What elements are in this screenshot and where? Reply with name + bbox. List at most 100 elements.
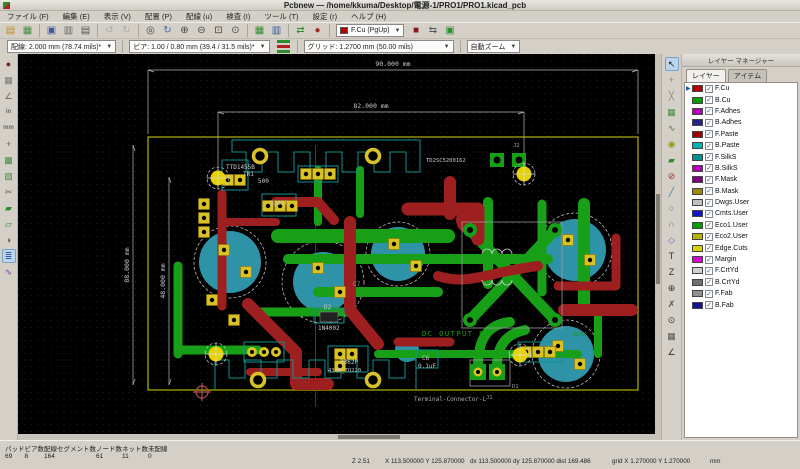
ratsnest-icon[interactable]: ▩: [2, 153, 16, 167]
add-text-icon[interactable]: T: [665, 249, 679, 263]
B.Fab[interactable]: ▶ ✓ B.Fab: [685, 299, 797, 310]
layer-color-swatch[interactable]: [692, 245, 703, 252]
layer-visibility-checkbox[interactable]: ✓: [705, 301, 713, 309]
F.Mask[interactable]: ▶ ✓ F.Mask: [685, 174, 797, 185]
layer-color-swatch[interactable]: [692, 131, 703, 138]
Edge.Cuts[interactable]: ▶ ✓ Edge.Cuts: [685, 242, 797, 253]
layer-visibility-checkbox[interactable]: ✓: [705, 221, 713, 229]
drc-toggle-icon[interactable]: ●: [2, 57, 16, 71]
layer-color-swatch[interactable]: [692, 165, 703, 172]
B.Paste[interactable]: ▶ ✓ B.Paste: [685, 140, 797, 151]
tab-layers[interactable]: レイヤー: [686, 69, 726, 82]
menu-item[interactable]: 表示 (V): [97, 11, 138, 22]
footprint-browser-icon[interactable]: ▥: [269, 23, 284, 38]
microwave-tools-icon[interactable]: ∿: [2, 265, 16, 279]
add-arc-icon[interactable]: ∩: [665, 217, 679, 231]
open-board-icon[interactable]: ▦: [20, 23, 35, 38]
print-icon[interactable]: ▤: [78, 23, 93, 38]
Dwgs.User[interactable]: ▶ ✓ Dwgs.User: [685, 197, 797, 208]
track-width-dropdown[interactable]: 配線: 2.000 mm (78.74 mils)* ▼: [7, 40, 116, 53]
F.Cu[interactable]: ▶ ✓ F.Cu: [685, 83, 797, 94]
layer-color-swatch[interactable]: [692, 256, 703, 263]
units-inch-icon[interactable]: in: [2, 105, 16, 119]
grid-origin-icon[interactable]: ▦: [665, 329, 679, 343]
add-footprint-icon[interactable]: ▦: [665, 105, 679, 119]
polar-coords-icon[interactable]: ∠: [2, 89, 16, 103]
high-contrast-display-icon[interactable]: ■: [408, 23, 423, 38]
layer-visibility-checkbox[interactable]: ✓: [705, 153, 713, 161]
layer-visibility-checkbox[interactable]: ✓: [705, 290, 713, 298]
zoom-select-dropdown[interactable]: 自動ズーム ▼: [467, 40, 521, 53]
layer-color-swatch[interactable]: [692, 267, 703, 274]
grid-toggle-icon[interactable]: ▦: [2, 73, 16, 87]
track-via-properties-icon[interactable]: [277, 40, 290, 53]
B.Adhes[interactable]: ▶ ✓ B.Adhes: [685, 117, 797, 128]
measure-tool-icon[interactable]: ∠: [665, 345, 679, 359]
F.Fab[interactable]: ▶ ✓ F.Fab: [685, 288, 797, 299]
layer-color-swatch[interactable]: [692, 142, 703, 149]
layer-visibility-checkbox[interactable]: ✓: [705, 130, 713, 138]
Cmts.User[interactable]: ▶ ✓ Cmts.User: [685, 208, 797, 219]
board-setup-icon[interactable]: ▥: [61, 23, 76, 38]
footprint-editor-icon[interactable]: ▦: [252, 23, 267, 38]
zoom-selection-icon[interactable]: ⊙: [228, 23, 243, 38]
layer-visibility-checkbox[interactable]: ✓: [705, 119, 713, 127]
high-contrast-icon[interactable]: ◑: [2, 233, 16, 247]
layer-visibility-checkbox[interactable]: ✓: [705, 176, 713, 184]
tab-items[interactable]: アイテム: [728, 69, 767, 82]
scrollbar-thumb[interactable]: [338, 435, 400, 439]
new-board-icon[interactable]: ▤: [3, 23, 18, 38]
layer-visibility-checkbox[interactable]: ✓: [705, 267, 713, 275]
auto-delete-track-icon[interactable]: ✂: [2, 185, 16, 199]
B.Mask[interactable]: ▶ ✓ B.Mask: [685, 186, 797, 197]
zoom-in-icon[interactable]: ⊕: [177, 23, 192, 38]
Margin[interactable]: ▶ ✓ Margin: [685, 254, 797, 265]
route-track-icon[interactable]: ∿: [665, 121, 679, 135]
show-ratsnest-icon[interactable]: ╳: [665, 89, 679, 103]
layer-color-swatch[interactable]: [692, 222, 703, 229]
drc-icon[interactable]: ●: [310, 23, 325, 38]
layer-visibility-checkbox[interactable]: ✓: [705, 199, 713, 207]
menu-item[interactable]: ツール (T): [257, 11, 305, 22]
add-line-icon[interactable]: ╱: [665, 185, 679, 199]
add-polygon-icon[interactable]: ◇: [665, 233, 679, 247]
layer-visibility-checkbox[interactable]: ✓: [705, 107, 713, 115]
add-dimension-icon[interactable]: Z: [665, 265, 679, 279]
layer-color-swatch[interactable]: [692, 176, 703, 183]
B.CrtYd[interactable]: ▶ ✓ B.CrtYd: [685, 277, 797, 288]
layer-color-swatch[interactable]: [692, 233, 703, 240]
menu-item[interactable]: ヘルプ (H): [344, 11, 393, 22]
layer-color-swatch[interactable]: [692, 119, 703, 126]
3d-viewer-icon[interactable]: ▣: [442, 23, 457, 38]
B.Cu[interactable]: ▶ ✓ B.Cu: [685, 94, 797, 105]
F.SilkS[interactable]: ▶ ✓ F.SilkS: [685, 151, 797, 162]
zone-outline-icon[interactable]: ▱: [2, 217, 16, 231]
find-icon[interactable]: ◎: [143, 23, 158, 38]
menu-item[interactable]: ファイル (F): [0, 11, 56, 22]
menu-item[interactable]: 配置 (P): [138, 11, 179, 22]
local-ratsnest-icon[interactable]: ▨: [2, 169, 16, 183]
select-tool-icon[interactable]: ↖: [665, 57, 679, 71]
layer-color-swatch[interactable]: [692, 210, 703, 217]
units-mm-icon[interactable]: mm: [2, 121, 16, 135]
layer-color-swatch[interactable]: [692, 290, 703, 297]
layer-visibility-checkbox[interactable]: ✓: [705, 164, 713, 172]
grid-size-dropdown[interactable]: グリッド: 1.2700 mm (50.00 mils) ▼: [304, 40, 454, 53]
scrollbar-thumb[interactable]: [656, 194, 660, 284]
layer-color-swatch[interactable]: [692, 199, 703, 206]
layer-color-swatch[interactable]: [692, 302, 703, 309]
menu-item[interactable]: 検査 (I): [219, 11, 257, 22]
layer-visibility-checkbox[interactable]: ✓: [705, 96, 713, 104]
menu-item[interactable]: 編集 (E): [56, 11, 97, 22]
layers-manager-toggle-icon[interactable]: ≣: [2, 249, 16, 263]
layer-color-swatch[interactable]: [692, 154, 703, 161]
layer-visibility-checkbox[interactable]: ✓: [705, 85, 713, 93]
menu-item[interactable]: 配線 (u): [179, 11, 219, 22]
window-titlebar[interactable]: Pcbnew — /home/kkuma/Desktop/電源-1/PRO1/P…: [0, 0, 800, 11]
add-zone-icon[interactable]: ▰: [665, 153, 679, 167]
F.Paste[interactable]: ▶ ✓ F.Paste: [685, 129, 797, 140]
layer-color-swatch[interactable]: [692, 279, 703, 286]
add-target-icon[interactable]: ⊕: [665, 281, 679, 295]
undo-icon[interactable]: ↺: [102, 23, 117, 38]
delete-tool-icon[interactable]: ✗: [665, 297, 679, 311]
